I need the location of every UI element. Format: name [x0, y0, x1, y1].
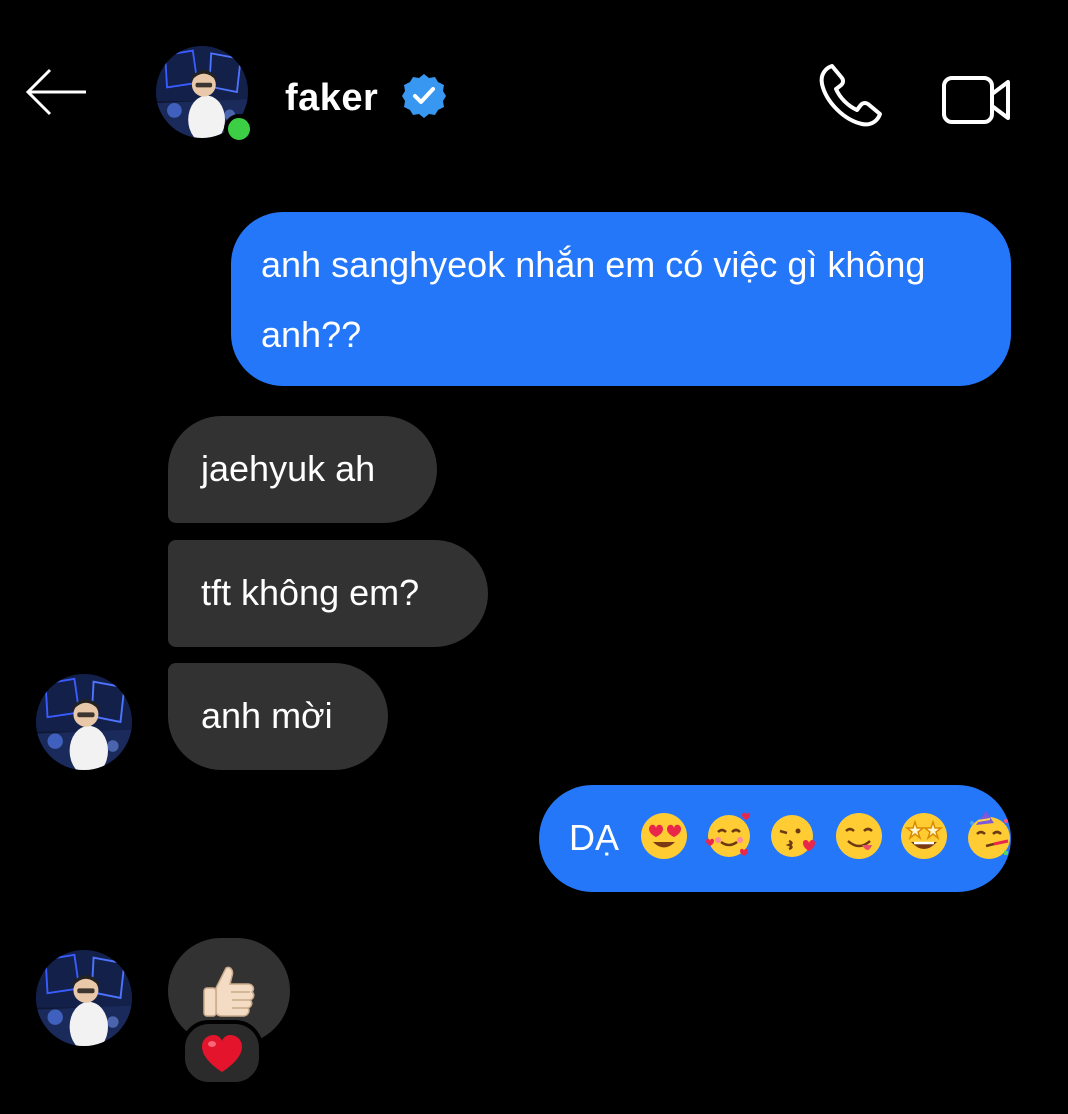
message-incoming[interactable]: anh mời — [168, 663, 388, 770]
contact-name[interactable]: faker — [285, 74, 378, 122]
online-status-dot — [224, 114, 254, 144]
video-camera-icon — [942, 76, 1010, 124]
video-call-button[interactable] — [940, 70, 1014, 128]
heart-eyes-emoji — [641, 813, 688, 860]
back-arrow-icon — [25, 68, 86, 116]
back-button[interactable] — [22, 62, 92, 122]
star-struck-emoji — [901, 813, 948, 860]
verified-badge-icon — [400, 72, 448, 120]
smiling-hearts-emoji — [706, 813, 751, 858]
message-text: tft không em? — [201, 572, 420, 613]
kissing-heart-emoji — [771, 815, 816, 858]
message-incoming[interactable]: tft không em? — [168, 540, 488, 647]
message-outgoing[interactable]: anh sanghyeok nhắn em có việc gì không a… — [231, 212, 1011, 386]
sender-avatar[interactable] — [36, 950, 132, 1046]
sender-avatar[interactable] — [36, 674, 132, 770]
message-text: DẠ — [569, 817, 620, 858]
partying-face-emoji — [968, 811, 1011, 860]
phone-icon — [819, 64, 882, 127]
red-heart-emoji — [200, 1034, 244, 1074]
message-text: jaehyuk ah — [201, 448, 376, 489]
message-text: anh sanghyeok nhắn em có việc gì không a… — [261, 244, 926, 355]
emoji-row — [639, 803, 1019, 873]
thumbs-up-emoji — [198, 962, 258, 1022]
message-outgoing[interactable]: DẠ — [539, 785, 1011, 892]
message-text: anh mời — [201, 695, 333, 736]
yum-emoji — [836, 813, 883, 860]
message-incoming[interactable]: jaehyuk ah — [168, 416, 437, 523]
voice-call-button[interactable] — [812, 58, 892, 134]
